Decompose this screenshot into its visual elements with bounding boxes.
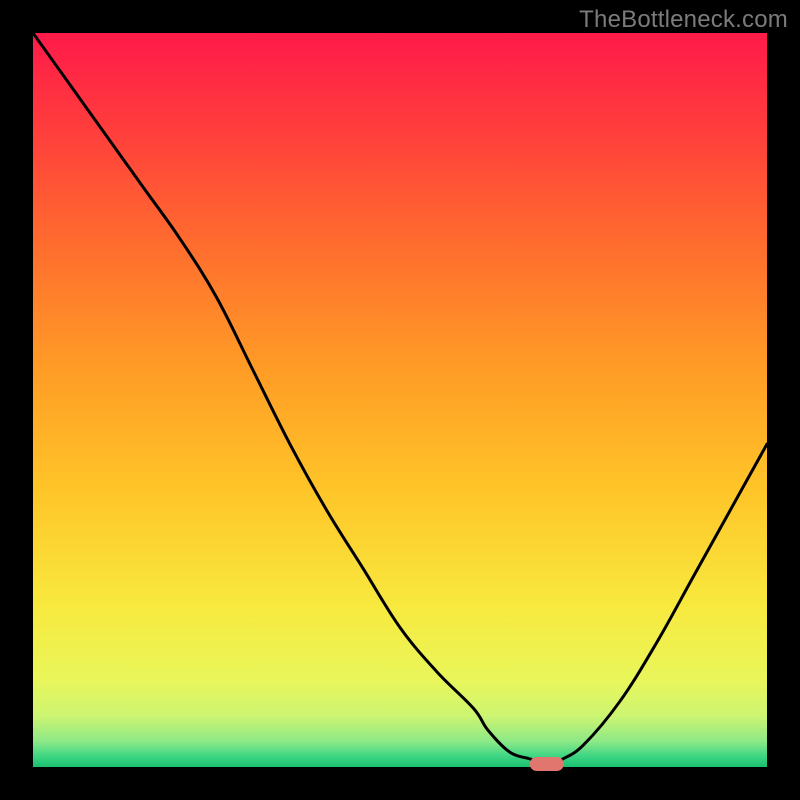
chart-stage: TheBottleneck.com bbox=[0, 0, 800, 800]
watermark-text: TheBottleneck.com bbox=[579, 6, 788, 34]
optimum-marker bbox=[530, 757, 564, 771]
chart-svg bbox=[0, 0, 800, 800]
plot-area bbox=[33, 33, 767, 767]
